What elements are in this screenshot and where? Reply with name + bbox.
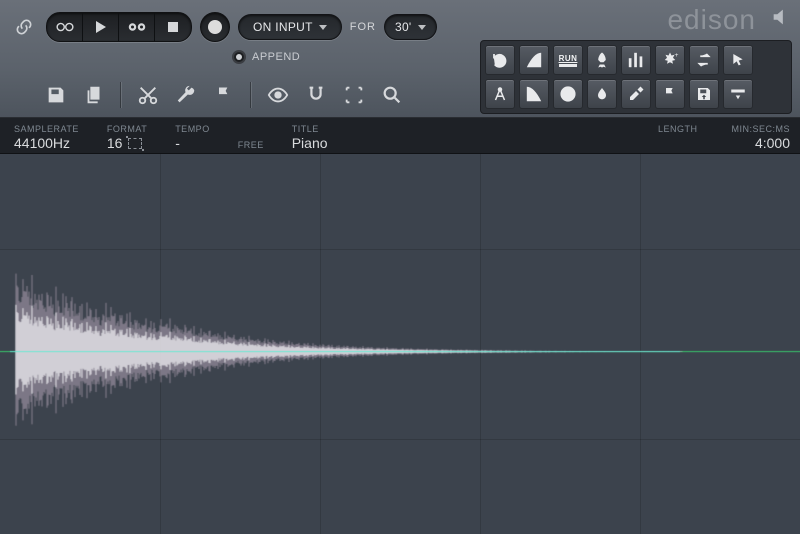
record-duration-label: 30': [395, 20, 412, 34]
play-button[interactable]: [83, 13, 119, 41]
clock-tool[interactable]: [553, 79, 583, 109]
tempo-value: -: [175, 135, 210, 151]
svg-text:+: +: [675, 52, 679, 59]
format-field: FORMAT 16: [107, 124, 147, 151]
free-label: FREE: [238, 140, 264, 150]
format-box-icon: [128, 138, 142, 149]
waveform-area[interactable]: [0, 154, 800, 534]
append-toggle[interactable]: APPEND: [232, 50, 300, 64]
format-value: 16: [107, 135, 123, 151]
minsecms-value: 4:000: [731, 135, 790, 151]
title-value: Piano: [292, 135, 328, 151]
free-field: FREE: [238, 140, 264, 151]
undo-tool[interactable]: [485, 45, 515, 75]
length-field: LENGTH: [658, 124, 698, 151]
effects-tool-panel: RUN +: [480, 40, 792, 114]
length-label: LENGTH: [658, 124, 698, 134]
append-label: APPEND: [252, 51, 300, 63]
selection-icon[interactable]: [342, 83, 366, 107]
eye-icon[interactable]: [266, 83, 290, 107]
compass-tool[interactable]: [485, 79, 515, 109]
swap-tool[interactable]: [689, 45, 719, 75]
flag-icon[interactable]: [212, 83, 236, 107]
separator: [120, 82, 122, 108]
reels-button[interactable]: [119, 13, 155, 41]
waveform-canvas: [0, 154, 800, 534]
format-label: FORMAT: [107, 124, 147, 134]
fade-in-tool[interactable]: [519, 45, 549, 75]
samplerate-value: 44100Hz: [14, 135, 79, 151]
snap-icon[interactable]: [304, 83, 328, 107]
radio-icon: [232, 50, 246, 64]
wrench-icon[interactable]: [174, 83, 198, 107]
loop-button[interactable]: [47, 13, 83, 41]
tune-plus-tool[interactable]: +: [655, 45, 685, 75]
link-icon[interactable]: [10, 13, 38, 41]
minsecms-label: MIN:SEC:MS: [731, 124, 790, 134]
record-button[interactable]: [200, 12, 230, 42]
run-script-tool[interactable]: RUN: [553, 45, 583, 75]
chevron-down-icon: [319, 25, 327, 30]
file-toolbar: [44, 82, 404, 108]
eq-tool[interactable]: [621, 45, 651, 75]
transport-controls: ON INPUT FOR 30': [10, 12, 437, 42]
cut-icon[interactable]: [136, 83, 160, 107]
tempo-field: TEMPO -: [175, 124, 210, 151]
record-mode-dropdown[interactable]: ON INPUT: [238, 14, 342, 40]
time-field: MIN:SEC:MS 4:000: [731, 124, 790, 151]
run-label: RUN: [559, 54, 578, 67]
brand-label: edison: [667, 4, 756, 36]
record-mode-label: ON INPUT: [253, 20, 313, 34]
zoom-icon[interactable]: [380, 83, 404, 107]
separator: [250, 82, 252, 108]
record-icon: [208, 20, 222, 34]
marker-tool[interactable]: [655, 79, 685, 109]
samplerate-field: SAMPLERATE 44100Hz: [14, 124, 79, 151]
tempo-label: TEMPO: [175, 124, 210, 134]
title-field: TITLE Piano: [292, 124, 328, 151]
drop-tool[interactable]: [587, 79, 617, 109]
rocket-tool[interactable]: [587, 45, 617, 75]
transport-pill-group: [46, 12, 192, 42]
top-toolbar: ON INPUT FOR 30' APPEND edison: [0, 0, 800, 118]
info-right: LENGTH MIN:SEC:MS 4:000: [658, 124, 790, 151]
samplerate-label: SAMPLERATE: [14, 124, 79, 134]
cursor-tool[interactable]: [723, 45, 753, 75]
stop-button[interactable]: [155, 13, 191, 41]
drag-to-track-tool[interactable]: [723, 79, 753, 109]
speaker-icon[interactable]: [770, 6, 792, 28]
info-strip: SAMPLERATE 44100Hz FORMAT 16 TEMPO - FRE…: [0, 118, 800, 154]
title-label: TITLE: [292, 124, 328, 134]
for-label: FOR: [350, 21, 376, 33]
save-icon[interactable]: [44, 83, 68, 107]
save-to-disk-tool[interactable]: [689, 79, 719, 109]
fade-out-tool[interactable]: [519, 79, 549, 109]
record-duration-dropdown[interactable]: 30': [384, 14, 437, 40]
copy-icon[interactable]: [82, 83, 106, 107]
brush-tool[interactable]: [621, 79, 651, 109]
chevron-down-icon: [418, 25, 426, 30]
